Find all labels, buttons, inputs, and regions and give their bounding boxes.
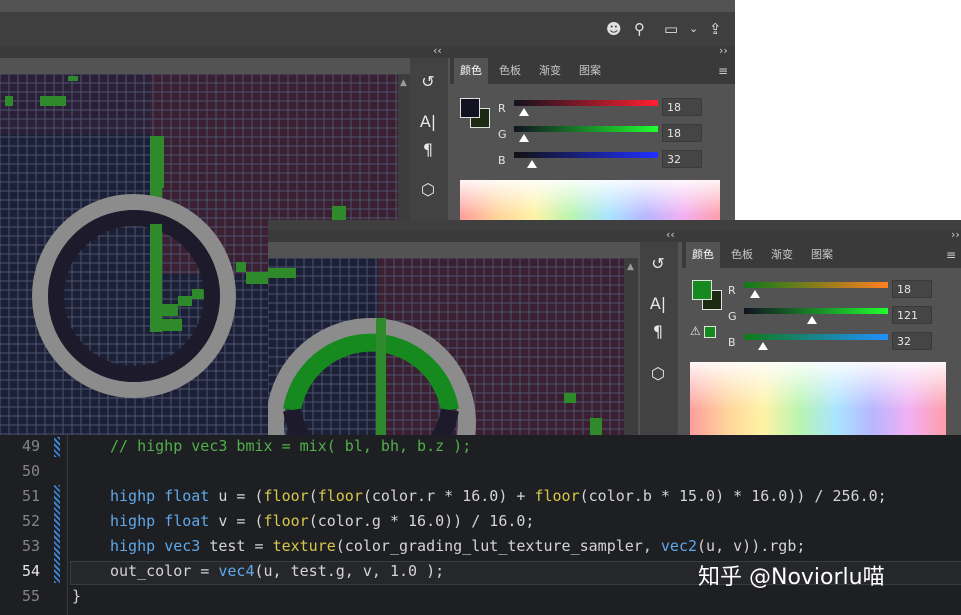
value-field-b[interactable]: 32: [662, 150, 702, 168]
slider-knob-g[interactable]: [807, 316, 817, 324]
tab-color[interactable]: 颜色: [686, 242, 720, 268]
code-line: }: [72, 587, 82, 605]
slider-label-r: R: [728, 284, 736, 297]
scroll-up-icon[interactable]: ▲: [627, 262, 634, 272]
gutter-change-marker: [54, 437, 60, 457]
user-add-icon[interactable]: ☻: [606, 19, 622, 39]
slider-track-b[interactable]: [514, 152, 658, 158]
code-editor[interactable]: 49 50 51 52 53 54 55 // highp vec3 bmix …: [0, 435, 961, 615]
slider-label-b: B: [728, 336, 736, 349]
tab-swatches[interactable]: 色板: [724, 242, 760, 268]
code-line-current: out_color = vec4(u, test.g, v, 1.0 );: [110, 562, 445, 580]
back-collapse-strip: ‹‹ ››: [0, 44, 735, 58]
slider-knob-b[interactable]: [758, 342, 768, 350]
3d-icon[interactable]: ⬡: [414, 176, 442, 204]
value-field-r[interactable]: 18: [662, 98, 702, 116]
tab-gradients[interactable]: 渐变: [532, 58, 568, 84]
slider-track-b[interactable]: [744, 334, 888, 340]
panel-menu-icon[interactable]: ≡: [946, 248, 956, 262]
slider-knob-g[interactable]: [519, 134, 529, 142]
value-field-g[interactable]: 18: [662, 124, 702, 142]
slider-knob-r[interactable]: [519, 108, 529, 116]
search-icon[interactable]: ⚲: [634, 19, 645, 39]
slider-label-g: G: [728, 310, 737, 323]
watermark: 知乎 @Noviorlu喵: [698, 565, 885, 590]
value-field-b[interactable]: 32: [892, 332, 932, 350]
share-icon[interactable]: ⇪: [709, 19, 722, 39]
slider-knob-r[interactable]: [750, 290, 760, 298]
code-line: highp vec3 test = texture(color_grading_…: [110, 537, 806, 555]
collapse-left-icon[interactable]: ‹‹: [433, 44, 442, 57]
code-line: highp float v = (floor(color.g * 16.0)) …: [110, 512, 535, 530]
line-number: 53: [21, 537, 40, 555]
value-field-r[interactable]: 18: [892, 280, 932, 298]
slider-track-g[interactable]: [744, 308, 888, 314]
gamut-swatch[interactable]: [704, 326, 716, 338]
line-number-current: 54: [21, 562, 40, 580]
collapse-right-icon[interactable]: ››: [951, 228, 960, 241]
line-number: 50: [21, 462, 40, 480]
line-number: 55: [21, 587, 40, 605]
paragraph-icon[interactable]: ¶: [644, 318, 672, 346]
gamut-warning-icon[interactable]: ⚠: [690, 324, 701, 338]
workspace-icon[interactable]: ▭: [664, 19, 678, 39]
panel-menu-icon[interactable]: ≡: [718, 64, 728, 78]
foreground-color-swatch[interactable]: [460, 98, 480, 118]
history-icon[interactable]: ↺: [414, 68, 442, 96]
slider-knob-b[interactable]: [527, 160, 537, 168]
gutter-fold-line: [67, 435, 68, 615]
gutter-change-marker: [54, 485, 60, 583]
scroll-up-icon[interactable]: ▲: [400, 78, 407, 88]
chevron-down-icon[interactable]: ⌄: [689, 19, 698, 39]
foreground-color-swatch[interactable]: [692, 280, 712, 300]
slider-track-g[interactable]: [514, 126, 658, 132]
tab-color[interactable]: 颜色: [454, 58, 488, 84]
character-icon[interactable]: A|: [644, 290, 672, 318]
history-icon[interactable]: ↺: [644, 250, 672, 278]
collapse-left-icon[interactable]: ‹‹: [666, 228, 675, 241]
slider-track-r[interactable]: [744, 282, 888, 288]
paragraph-icon[interactable]: ¶: [414, 136, 442, 164]
line-number: 49: [21, 437, 40, 455]
front-collapse-strip: ‹‹ ››: [268, 228, 961, 242]
code-line-comment: // highp vec3 bmix = mix( bl, bh, b.z );: [110, 437, 471, 455]
value-field-g[interactable]: 121: [892, 306, 932, 324]
slider-track-r[interactable]: [514, 100, 658, 106]
slider-label-b: B: [498, 154, 506, 167]
3d-icon[interactable]: ⬡: [644, 360, 672, 388]
color-spectrum-ramp[interactable]: [690, 362, 946, 442]
tab-patterns[interactable]: 图案: [804, 242, 840, 268]
collapse-right-icon[interactable]: ››: [719, 44, 728, 57]
slider-label-g: G: [498, 128, 507, 141]
back-options-bar: ☻ ⚲ ▭ ⌄ ⇪: [0, 12, 735, 46]
tab-patterns[interactable]: 图案: [572, 58, 608, 84]
line-number: 52: [21, 512, 40, 530]
tab-swatches[interactable]: 色板: [492, 58, 528, 84]
slider-label-r: R: [498, 102, 506, 115]
line-number: 51: [21, 487, 40, 505]
tab-gradients[interactable]: 渐变: [764, 242, 800, 268]
code-comment: // highp vec3 bmix = mix( bl, bh, b.z );: [110, 437, 472, 455]
character-icon[interactable]: A|: [414, 108, 442, 136]
code-line: highp float u = (floor(floor(color.r * 1…: [110, 487, 887, 505]
